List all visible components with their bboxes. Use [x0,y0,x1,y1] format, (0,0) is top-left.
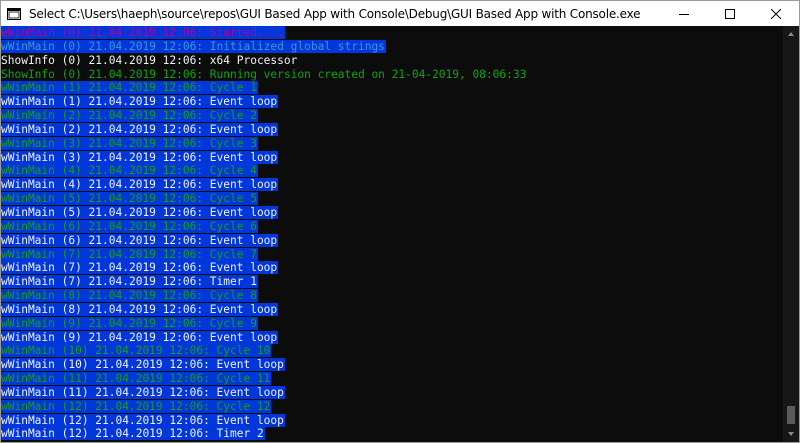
console-line: wWinMain (2) 21.04.2019 12:06: Cycle 2 [1,109,783,123]
console-line: wWinMain (0) 21.04.2019 12:06: Started..… [1,26,783,40]
console-line-text: wWinMain (4) 21.04.2019 12:06: Cycle 4 [1,164,258,178]
console-line: wWinMain (6) 21.04.2019 12:06: Event loo… [1,233,783,248]
console-line-text: wWinMain (6) 21.04.2019 12:06: Cycle 6 [1,219,258,233]
console-app-icon[interactable] [7,7,21,21]
chevron-down-icon [788,432,794,436]
maximize-icon [725,8,735,19]
console-line-text: wWinMain (1) 21.04.2019 12:06: Cycle 1 [1,81,258,95]
console-line: wWinMain (7) 21.04.2019 12:06: Event loo… [1,261,783,275]
window-title: Select C:\Users\haeph\source\repos\GUI B… [29,6,641,21]
minimize-icon [679,13,689,15]
console-line-text: ShowInfo (0) 21.04.2019 12:06: x64 Proce… [1,53,298,67]
console-line: wWinMain (2) 21.04.2019 12:06: Event loo… [1,122,783,137]
console-line: wWinMain (12) 21.04.2019 12:06: Cycle 12 [1,399,783,414]
console-line-text: wWinMain (1) 21.04.2019 12:06: Event loo… [1,95,279,109]
console-line-text: wWinMain (0) 21.04.2019 12:06: Initializ… [1,39,386,53]
console-line: wWinMain (7) 21.04.2019 12:06: Timer 1 [1,275,783,289]
console-line-text: wWinMain (5) 21.04.2019 12:06: Cycle 5 [1,192,258,206]
scroll-thumb[interactable] [787,406,795,424]
console-line: wWinMain (11) 21.04.2019 12:06: Cycle 11 [1,372,783,386]
console-line-text: wWinMain (9) 21.04.2019 12:06: Event loo… [1,330,279,344]
minimize-button[interactable] [661,1,707,26]
console-line: wWinMain (5) 21.04.2019 12:06: Event loo… [1,205,783,220]
console-line-text: wWinMain (3) 21.04.2019 12:06: Cycle 3 [1,136,258,150]
console-line-text: wWinMain (12) 21.04.2019 12:06: Event lo… [1,413,285,427]
console-line-text: wWinMain (6) 21.04.2019 12:06: Event loo… [1,233,279,247]
console-line: ShowInfo (0) 21.04.2019 12:06: Running v… [1,68,783,82]
console-line-text: wWinMain (7) 21.04.2019 12:06: Timer 1 [1,275,258,289]
console-line-text: wWinMain (8) 21.04.2019 12:06: Cycle 8 [1,289,258,303]
console-line: wWinMain (12) 21.04.2019 12:06: Timer 2 [1,427,783,441]
console-line: wWinMain (0) 21.04.2019 12:06: Initializ… [1,39,783,54]
console-line-text: wWinMain (10) 21.04.2019 12:06: Event lo… [1,358,285,372]
console-line-text: wWinMain (12) 21.04.2019 12:06: Timer 2 [1,427,265,441]
console-line: wWinMain (11) 21.04.2019 12:06: Event lo… [1,385,783,400]
console-line-text: wWinMain (9) 21.04.2019 12:06: Cycle 9 [1,316,258,330]
console-line: wWinMain (3) 21.04.2019 12:06: Event loo… [1,150,783,165]
scroll-up-button[interactable] [783,26,799,42]
console-line: wWinMain (6) 21.04.2019 12:06: Cycle 6 [1,219,783,234]
close-button[interactable] [753,1,799,26]
console-line-text: wWinMain (12) 21.04.2019 12:06: Cycle 12 [1,399,272,413]
scroll-down-button[interactable] [783,426,799,442]
console-line-text: wWinMain (0) 21.04.2019 12:06: Started..… [1,26,285,39]
console-line: wWinMain (4) 21.04.2019 12:06: Event loo… [1,178,783,192]
console-line: wWinMain (10) 21.04.2019 12:06: Event lo… [1,358,783,372]
console-line: wWinMain (1) 21.04.2019 12:06: Event loo… [1,95,783,109]
console-line: wWinMain (3) 21.04.2019 12:06: Cycle 3 [1,136,783,151]
console-line-text: wWinMain (4) 21.04.2019 12:06: Event loo… [1,178,279,192]
console-output[interactable]: wWinMain (0) 21.04.2019 12:06: Started..… [1,26,783,442]
console-line: wWinMain (4) 21.04.2019 12:06: Cycle 4 [1,164,783,178]
vertical-scrollbar[interactable] [783,26,799,442]
close-icon [771,8,781,19]
console-window: Select C:\Users\haeph\source\repos\GUI B… [0,0,800,443]
console-line-text: wWinMain (2) 21.04.2019 12:06: Cycle 2 [1,109,258,123]
console-line: wWinMain (8) 21.04.2019 12:06: Cycle 8 [1,289,783,303]
console-line-text: wWinMain (7) 21.04.2019 12:06: Cycle 7 [1,247,258,261]
console-line-text: ShowInfo (0) 21.04.2019 12:06: Running v… [1,67,527,81]
console-line-text: wWinMain (7) 21.04.2019 12:06: Event loo… [1,261,279,275]
console-line: wWinMain (12) 21.04.2019 12:06: Event lo… [1,413,783,428]
console-line-text: wWinMain (11) 21.04.2019 12:06: Event lo… [1,385,285,399]
maximize-button[interactable] [707,1,753,26]
console-line-text: wWinMain (8) 21.04.2019 12:06: Event loo… [1,302,279,316]
console-line: wWinMain (9) 21.04.2019 12:06: Event loo… [1,330,783,345]
console-line-text: wWinMain (5) 21.04.2019 12:06: Event loo… [1,205,279,219]
console-line: wWinMain (1) 21.04.2019 12:06: Cycle 1 [1,81,783,95]
console-line-text: wWinMain (2) 21.04.2019 12:06: Event loo… [1,122,279,136]
console-line: ShowInfo (0) 21.04.2019 12:06: x64 Proce… [1,54,783,68]
console-line: wWinMain (8) 21.04.2019 12:06: Event loo… [1,302,783,317]
console-line: wWinMain (10) 21.04.2019 12:06: Cycle 10 [1,344,783,358]
console-line-text: wWinMain (11) 21.04.2019 12:06: Cycle 11 [1,372,272,386]
console-line: wWinMain (7) 21.04.2019 12:06: Cycle 7 [1,247,783,262]
chevron-up-icon [788,32,794,36]
console-line-text: wWinMain (3) 21.04.2019 12:06: Event loo… [1,150,279,164]
title-bar[interactable]: Select C:\Users\haeph\source\repos\GUI B… [1,1,799,26]
console-line: wWinMain (5) 21.04.2019 12:06: Cycle 5 [1,192,783,206]
console-line-text: wWinMain (10) 21.04.2019 12:06: Cycle 10 [1,344,272,358]
console-line: wWinMain (9) 21.04.2019 12:06: Cycle 9 [1,316,783,331]
